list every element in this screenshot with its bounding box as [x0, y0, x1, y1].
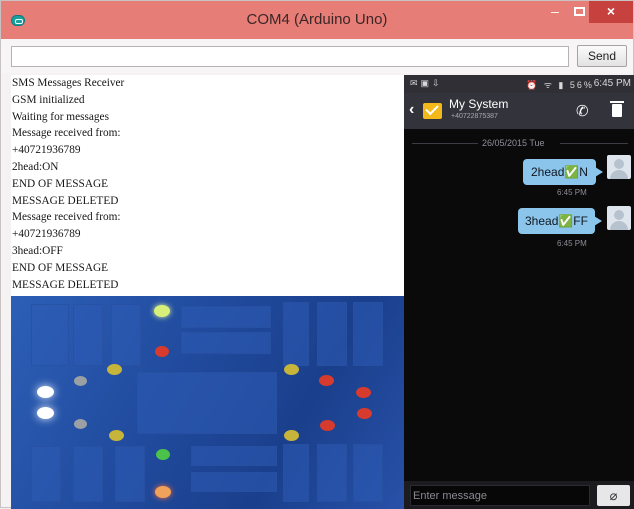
board-panel: [181, 306, 271, 328]
led-light: [357, 408, 372, 419]
message-input[interactable]: [410, 485, 590, 506]
board-panel: [73, 304, 103, 366]
led-light: [284, 364, 299, 375]
led-light: [356, 387, 371, 398]
title-bar[interactable]: COM4 (Arduino Uno) – ×: [1, 1, 633, 39]
phone-status-bar: ✉▣⇩ ⏰ ᯤ ▮ 56% 6:45 PM: [404, 75, 634, 93]
serial-line: 3head:OFF: [12, 244, 63, 257]
led-light: [320, 420, 335, 431]
board-panel: [317, 302, 347, 366]
board-panel: [191, 446, 277, 466]
battery-level: 56%: [569, 80, 594, 90]
serial-output[interactable]: SMS Messages Receiver GSM initialized Wa…: [11, 75, 404, 296]
led-light: [155, 486, 171, 498]
minimize-button[interactable]: –: [539, 1, 571, 23]
paperclip-icon[interactable]: ⌀: [597, 485, 630, 506]
board-panel: [317, 444, 347, 502]
date-separator: 26/05/2015 Tue: [404, 138, 634, 150]
contact-number: +40722875387: [451, 113, 498, 120]
compose-bar: ⌀: [404, 481, 634, 509]
avatar: [607, 206, 631, 230]
trash-icon[interactable]: [610, 101, 624, 117]
led-light: [37, 407, 54, 419]
phone-screen: ✉▣⇩ ⏰ ᯤ ▮ 56% 6:45 PM ‹ My System +40722…: [404, 75, 634, 509]
led-light: [155, 346, 169, 357]
led-light: [156, 449, 170, 460]
board-panel: [181, 332, 271, 354]
date-divider: [412, 143, 478, 144]
led-light: [284, 430, 299, 441]
board-panel: [353, 302, 383, 366]
back-arrow-icon[interactable]: ‹: [409, 101, 414, 119]
close-button[interactable]: ×: [589, 1, 633, 23]
phone-call-icon[interactable]: ✆: [576, 102, 589, 120]
message-bubble[interactable]: 2head✅N: [523, 159, 603, 185]
date-label: 26/05/2015 Tue: [482, 138, 545, 148]
board-panel: [31, 304, 69, 366]
chat-header: ‹ My System +40722875387 ✆: [404, 93, 634, 129]
notification-icons: ✉▣⇩: [410, 78, 443, 88]
led-board-photo: [11, 296, 404, 509]
serial-line: GSM initialized: [12, 93, 85, 106]
message-envelope-icon: [423, 103, 442, 119]
board-panel: [137, 372, 277, 434]
board-panel: [111, 304, 141, 366]
led-light: [107, 364, 122, 375]
serial-line: +40721936789: [12, 228, 81, 241]
contact-name: My System: [449, 97, 509, 111]
board-panel: [115, 446, 145, 502]
message-bubble[interactable]: 3head✅FF: [518, 208, 602, 234]
serial-line: MESSAGE DELETED: [12, 194, 119, 207]
board-panel: [31, 446, 61, 502]
serial-input-row: Send: [1, 39, 633, 73]
serial-line: END OF MESSAGE: [12, 261, 109, 274]
send-button[interactable]: Send: [577, 45, 627, 67]
serial-input[interactable]: [11, 46, 569, 67]
maximize-button[interactable]: [571, 1, 587, 23]
board-panel: [73, 446, 103, 502]
maximize-icon: [573, 7, 585, 16]
led-light: [74, 419, 87, 429]
serial-line: SMS Messages Receiver: [12, 77, 125, 89]
led-light: [154, 305, 170, 317]
status-time: 6:45 PM: [593, 78, 631, 89]
serial-line: Message received from:: [12, 211, 121, 224]
board-panel: [191, 472, 277, 492]
serial-monitor-window: COM4 (Arduino Uno) – × Send SMS Messages…: [0, 0, 634, 509]
serial-line: +40721936789: [12, 144, 81, 157]
signal-icons: ⏰ ᯤ ▮ 56%: [526, 80, 594, 90]
message-time: 6:45 PM: [557, 188, 587, 197]
serial-line: END OF MESSAGE: [12, 177, 109, 190]
led-light: [74, 376, 87, 386]
led-light: [109, 430, 124, 441]
avatar: [607, 155, 631, 179]
serial-line: Waiting for messages: [12, 110, 109, 123]
board-panel: [283, 302, 309, 366]
message-time: 6:45 PM: [557, 239, 587, 248]
serial-line: MESSAGE DELETED: [12, 278, 119, 291]
led-light: [319, 375, 334, 386]
led-light: [37, 386, 54, 398]
board-panel: [353, 444, 383, 502]
serial-line: 2head:ON: [12, 160, 59, 173]
board-panel: [283, 444, 309, 502]
date-divider: [560, 143, 628, 144]
serial-line: Message received from:: [12, 127, 121, 140]
